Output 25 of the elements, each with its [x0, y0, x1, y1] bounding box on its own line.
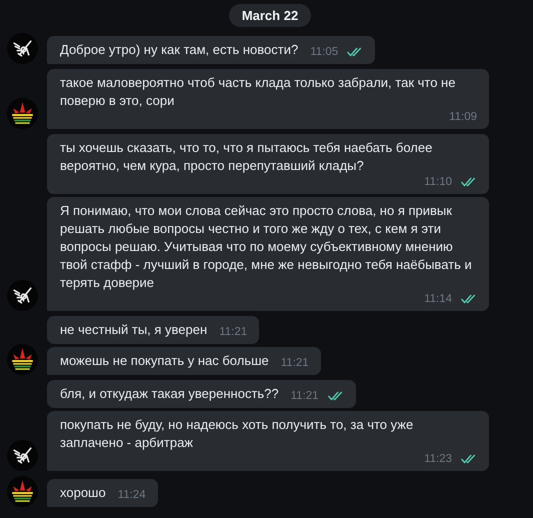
message-time: 11:21	[280, 356, 309, 370]
message-time: 11:05	[310, 45, 338, 59]
avatar-icon	[7, 98, 38, 129]
message-time: 11:09	[449, 110, 477, 124]
message-text: не честный ты, я уверен	[60, 321, 208, 339]
avatar-icon	[7, 344, 38, 375]
message-text: такое маловероятно чтоб часть клада только забрали, так что не поверю в это, сори	[60, 74, 456, 110]
message-text: ты хочешь сказать, что то, что я пытаюсь тебя наебать более вероятно, чем кура, просто перепутавший клады?	[60, 139, 434, 175]
message-text: бля, и откудаж такая уверенность??	[60, 385, 279, 403]
message-time: 11:21	[290, 389, 319, 403]
message-text: хорошо	[60, 484, 106, 502]
message-time: 11:21	[219, 325, 248, 339]
message-time: 11:14	[424, 292, 452, 306]
avatar-icon	[7, 440, 38, 471]
avatar-icon	[7, 280, 38, 311]
message-text: покупать не буду, но надеюсь хоть получить то, за что уже заплачено - арбитраж	[60, 416, 414, 452]
avatar-icon	[7, 476, 38, 507]
message-time: 11:10	[424, 175, 452, 189]
date-badge: March 22	[228, 4, 312, 27]
message-text: можешь не покупать у нас больше	[60, 352, 269, 370]
message-text: Я понимаю, что мои слова сейчас это просто слова, но я привык решать любые вопросы честно и того же жду о тех, с кем я эти вопросы решаю. Учитывая что по моему субъективному мнению твой стафф - лучший в городе, мне же невыгодно тебя наёбывать и терять доверие	[60, 202, 473, 292]
message-text: Доброе утро) ну как там, есть новости?	[60, 41, 298, 59]
message-time: 11:23	[424, 452, 452, 466]
avatar-icon	[7, 33, 38, 64]
message-time: 11:24	[118, 488, 146, 502]
